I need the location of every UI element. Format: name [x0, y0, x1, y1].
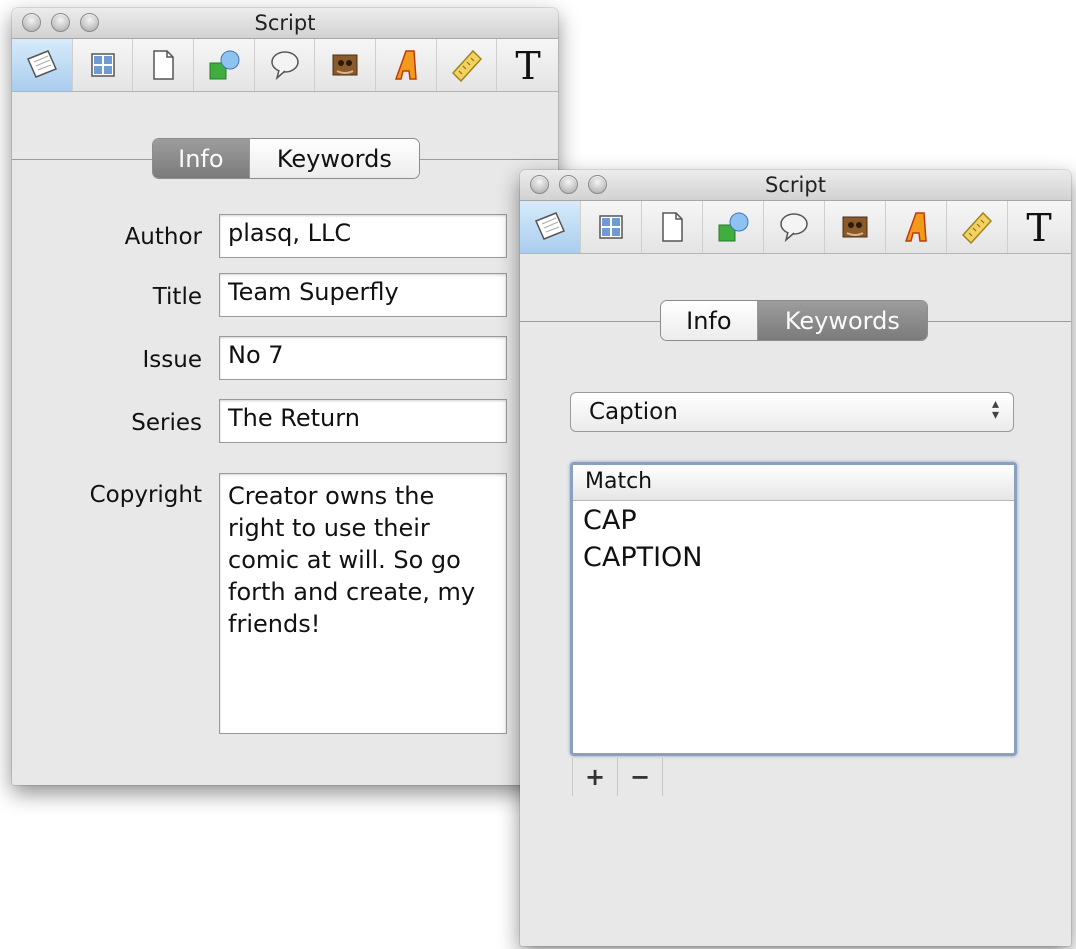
shapes-tool-button[interactable]	[703, 201, 764, 253]
script-keywords-window: Script T Info Keywords Caption ▴ ▾ Match…	[520, 170, 1071, 946]
issue-field[interactable]: No 7	[219, 336, 507, 380]
page-tool-button[interactable]	[642, 201, 703, 253]
page-tool-button[interactable]	[133, 39, 195, 91]
photo-tool-button[interactable]	[315, 39, 377, 91]
layout-icon	[599, 215, 623, 239]
window-title: Script	[254, 11, 316, 35]
script-icon	[534, 212, 566, 240]
ruler-icon	[961, 211, 993, 245]
title-bar[interactable]: Script	[12, 8, 558, 39]
lettering-tool-button[interactable]	[376, 39, 437, 91]
copyright-textarea[interactable]: Creator owns the right to use their comi…	[219, 473, 507, 734]
text-icon: T	[515, 45, 540, 85]
add-remove-buttons: + −	[572, 758, 663, 796]
svg-text:T: T	[515, 45, 540, 85]
style-popup-button[interactable]: Caption ▴ ▾	[570, 392, 1014, 432]
balloon-tool-button[interactable]	[764, 201, 825, 253]
ruler-tool-button[interactable]	[437, 39, 498, 91]
script-icon	[26, 50, 57, 78]
page-icon	[662, 212, 683, 242]
script-tool-button[interactable]	[12, 39, 73, 91]
tab-info[interactable]: Info	[153, 139, 249, 178]
tab-info[interactable]: Info	[661, 301, 758, 340]
layout-tool-button[interactable]	[581, 201, 642, 253]
title-bar[interactable]: Script	[520, 170, 1071, 201]
series-label: Series	[131, 410, 202, 436]
inspector-toolbar: T	[520, 201, 1071, 254]
title-field[interactable]: Team Superfly	[219, 273, 507, 317]
add-keyword-button[interactable]: +	[573, 758, 618, 796]
lettering-icon	[904, 212, 927, 242]
layout-tool-button[interactable]	[73, 39, 134, 91]
svg-text:T: T	[1026, 207, 1051, 247]
popup-arrows-icon: ▴ ▾	[991, 396, 999, 423]
photo-icon	[842, 216, 868, 238]
keyword-match-table[interactable]: Match CAP CAPTION	[570, 462, 1017, 756]
copyright-label: Copyright	[89, 482, 202, 508]
shapes-icon	[209, 50, 240, 80]
lettering-icon	[394, 50, 417, 80]
script-info-window: Script T Info Keywords Author plasq, LLC…	[12, 8, 558, 785]
layout-icon	[90, 53, 115, 77]
script-tool-button[interactable]	[520, 201, 581, 253]
title-label: Title	[152, 284, 202, 310]
shapes-icon	[718, 212, 749, 242]
balloon-icon	[270, 51, 299, 81]
inspector-toolbar: T	[12, 39, 558, 92]
info-keywords-segmented-control: Info Keywords	[520, 300, 1071, 346]
lettering-tool-button[interactable]	[886, 201, 947, 253]
author-label: Author	[124, 224, 202, 250]
balloon-tool-button[interactable]	[255, 39, 316, 91]
photo-tool-button[interactable]	[825, 201, 886, 253]
tab-keywords[interactable]: Keywords	[248, 139, 419, 178]
shapes-tool-button[interactable]	[194, 39, 255, 91]
series-field[interactable]: The Return	[219, 399, 507, 443]
window-title: Script	[765, 173, 826, 197]
page-icon	[153, 50, 174, 80]
table-row[interactable]: CAP	[573, 501, 1014, 538]
text-tool-button[interactable]: T	[497, 39, 558, 91]
ruler-tool-button[interactable]	[947, 201, 1008, 253]
info-keywords-segmented-control: Info Keywords	[12, 138, 558, 184]
text-icon: T	[1026, 207, 1051, 247]
author-field[interactable]: plasq, LLC	[219, 214, 507, 258]
text-tool-button[interactable]: T	[1008, 201, 1069, 253]
remove-keyword-button[interactable]: −	[618, 758, 663, 796]
ruler-icon	[451, 49, 482, 83]
tab-keywords[interactable]: Keywords	[757, 301, 927, 340]
table-row[interactable]: CAPTION	[573, 538, 1014, 575]
match-column-header[interactable]: Match	[573, 465, 1014, 501]
issue-label: Issue	[142, 347, 202, 373]
style-popup-value: Caption	[589, 399, 678, 425]
balloon-icon	[780, 213, 808, 243]
photo-icon	[332, 54, 358, 76]
